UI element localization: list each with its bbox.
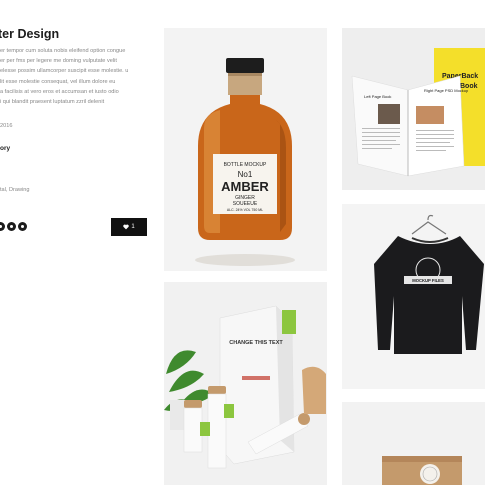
amber-bottle-image: BOTTLE MOCKUP No1 AMBER GINGER SOUEEUE A…: [195, 58, 295, 266]
project-title: ter Design: [0, 27, 60, 41]
share-icon[interactable]: [7, 222, 16, 231]
packaging-bag-text: CHANGE THIS TEXT: [229, 340, 283, 346]
description-line: elesse possim ullamcorper suscipit esse …: [0, 68, 129, 75]
bottle-label-main: AMBER: [221, 179, 269, 194]
gallery-item-magazine[interactable]: PaperBack Book Left Page Book Right Page…: [342, 28, 485, 190]
project-category: ory: [0, 145, 11, 152]
description-line: lit esse molestie consequat, vel illum d…: [0, 78, 116, 85]
share-icon[interactable]: [0, 222, 5, 231]
magazine-right-title: Right Page PSD Mockup: [424, 88, 469, 93]
project-description: er tempor cum soluta nobis eleifend opti…: [0, 46, 150, 107]
share-icon[interactable]: [18, 222, 27, 231]
kraft-box-image: [382, 456, 462, 485]
project-info-panel: ter Design er tempor cum soluta nobis el…: [0, 0, 160, 485]
bottle-label-sub2: SOUEEUE: [233, 201, 258, 207]
description-line: er tempor cum soluta nobis eleifend opti…: [0, 48, 126, 54]
like-button[interactable]: 1: [111, 218, 147, 236]
packaging-image: CHANGE THIS TEXT: [164, 305, 326, 469]
magazine-left-title: Left Page Book: [364, 94, 391, 99]
gallery-item-sweatshirt[interactable]: MOCKUP FILES: [342, 204, 485, 389]
description-line: i qui blandit praesent luptatum zzril de…: [0, 99, 105, 106]
gallery-item-packaging[interactable]: CHANGE THIS TEXT: [164, 282, 327, 485]
heart-icon: [123, 224, 130, 230]
like-count: 1: [131, 224, 135, 230]
bottle-label-foot: ALC. 24% VOL 750 ML: [227, 208, 263, 212]
bottle-label-top: BOTTLE MOCKUP: [224, 162, 267, 168]
project-tags[interactable]: tal, Drawing: [0, 187, 30, 193]
magazine-image: PaperBack Book Left Page Book Right Page…: [351, 48, 485, 177]
project-date: 2016: [0, 123, 13, 129]
sweatshirt-image: MOCKUP FILES: [374, 214, 484, 354]
description-line: er per fms per legere me doming vulputat…: [0, 58, 117, 65]
share-icons: [0, 222, 27, 231]
gallery-item-amber-bottle[interactable]: BOTTLE MOCKUP No1 AMBER GINGER SOUEEUE A…: [164, 28, 327, 271]
gallery-item-kraft-box[interactable]: [342, 402, 485, 485]
bottle-label-number: No1: [238, 170, 253, 179]
description-line: a facilisis at vero eros et accumsan et …: [0, 88, 119, 95]
sweatshirt-print-text: MOCKUP FILES: [412, 278, 444, 283]
